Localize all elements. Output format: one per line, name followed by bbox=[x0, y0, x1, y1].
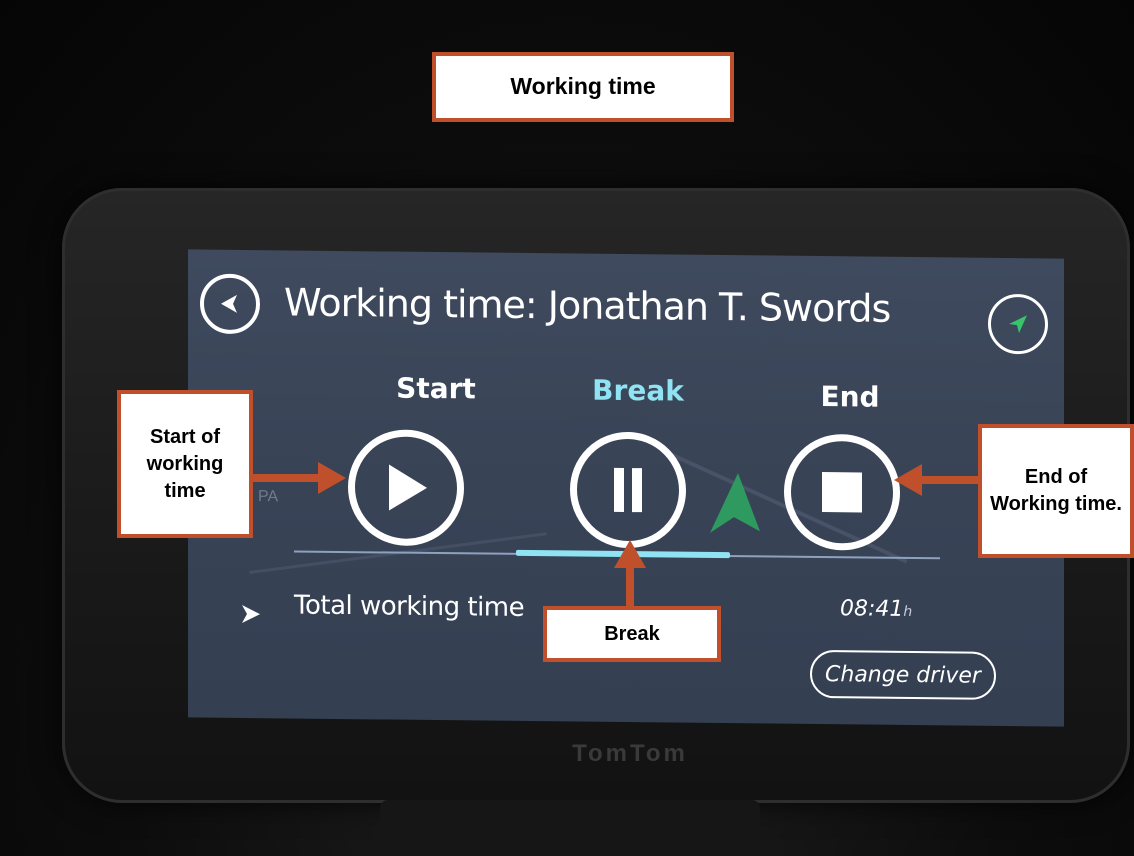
annotation-title: Working time bbox=[432, 52, 734, 122]
navigation-arrow-icon bbox=[1009, 315, 1027, 334]
pause-icon bbox=[614, 467, 642, 513]
end-label: End bbox=[820, 380, 880, 414]
annotation-start: Start of working time bbox=[117, 390, 253, 538]
total-working-time-unit: h bbox=[903, 603, 913, 620]
annotation-break: Break bbox=[543, 606, 721, 662]
device-brand: TomTom bbox=[572, 740, 688, 767]
chevron-right-icon bbox=[242, 604, 260, 623]
device-mount bbox=[380, 800, 760, 856]
map-label: PA bbox=[258, 488, 279, 506]
back-arrow-icon bbox=[221, 294, 237, 313]
screen-title: Working time: Jonathan T. Swords bbox=[284, 280, 891, 331]
change-driver-button[interactable]: Change driver bbox=[810, 649, 996, 700]
break-indicator bbox=[516, 549, 730, 559]
start-button[interactable] bbox=[348, 429, 464, 547]
play-icon bbox=[389, 464, 427, 511]
total-working-time-label[interactable]: Total working time bbox=[294, 591, 524, 623]
break-label: Break bbox=[592, 373, 684, 408]
total-working-time-number: 08:41 bbox=[840, 596, 904, 622]
end-button[interactable] bbox=[784, 433, 900, 551]
stop-icon bbox=[822, 472, 862, 513]
start-label: Start bbox=[396, 371, 476, 406]
map-position-arrow-icon bbox=[710, 473, 760, 533]
break-button[interactable] bbox=[570, 431, 686, 549]
navigation-button[interactable] bbox=[988, 293, 1048, 355]
back-button[interactable] bbox=[200, 273, 260, 335]
annotation-end: End of Working time. bbox=[978, 424, 1134, 558]
total-working-time-value: 08:41h bbox=[840, 596, 912, 622]
